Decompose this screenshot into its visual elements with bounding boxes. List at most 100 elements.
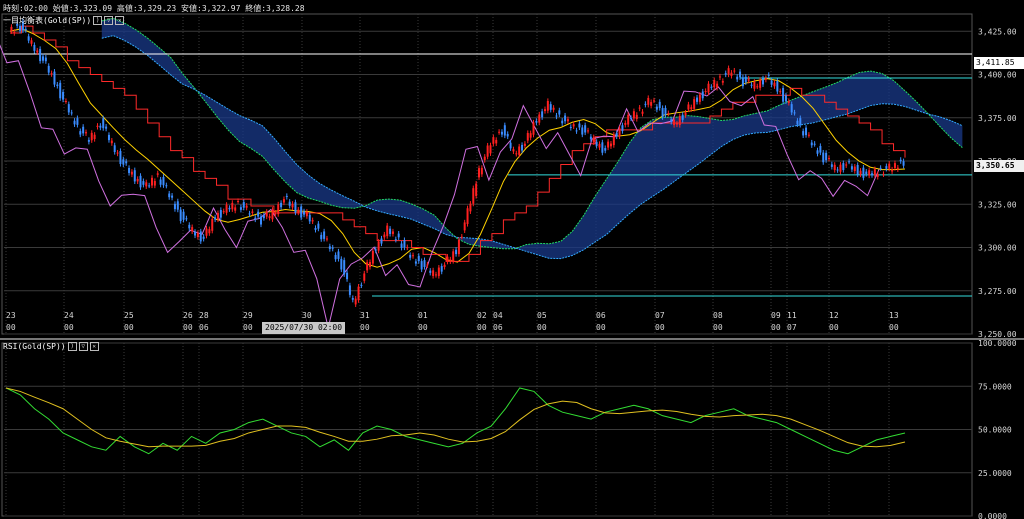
candle-body [859, 170, 862, 175]
candle-body [546, 101, 549, 111]
date-hour-label: 00 [64, 323, 74, 332]
candle-body [813, 143, 816, 145]
rsi-label[interactable]: RSI(Gold(SP))) ▽ ✕ [3, 342, 99, 351]
candle-body [463, 222, 466, 231]
candle-body [30, 40, 33, 44]
delete-icon[interactable]: ✕ [89, 342, 99, 351]
candle-body [116, 152, 119, 154]
candle-body [713, 80, 716, 88]
candle-body [268, 216, 271, 218]
chart-canvas[interactable]: 3,425.003,400.003,375.003,350.003,325.00… [0, 0, 1024, 519]
delete-icon[interactable]: ✕ [115, 16, 125, 25]
candle-body [526, 133, 529, 141]
candle-body [19, 25, 22, 31]
candle-body [277, 204, 280, 215]
candle-body [125, 161, 128, 164]
candle-body [718, 76, 721, 78]
candle-body [228, 207, 231, 210]
candle-body [325, 238, 328, 240]
candle-body [242, 202, 245, 208]
date-day-label: 24 [64, 311, 74, 320]
candle-body [314, 227, 317, 230]
candle-body [469, 203, 472, 212]
candle-body [604, 148, 607, 151]
candle-body [280, 202, 283, 208]
date-day-label: 26 [183, 311, 193, 320]
candle-body [698, 94, 701, 102]
candle-body [10, 26, 13, 32]
candle-body [770, 80, 773, 85]
dropdown-icon[interactable]: ▽ [104, 16, 114, 25]
candle-body [153, 181, 156, 186]
candle-body [782, 88, 785, 102]
candle-body [262, 215, 265, 219]
level-label-white: 3,411.85 [974, 57, 1024, 69]
candle-body [902, 161, 905, 166]
candle-body [257, 211, 260, 217]
dropdown-icon[interactable]: ▽ [78, 342, 88, 351]
candle-body [727, 68, 730, 75]
candle-body [33, 44, 36, 51]
candle-body [377, 241, 380, 251]
date-hour-label: 00 [537, 323, 547, 332]
candle-body [736, 76, 739, 80]
candle-body [248, 213, 251, 215]
candle-body [225, 204, 228, 213]
candle-body [47, 65, 50, 73]
candle-body [317, 223, 320, 229]
candle-body [211, 218, 214, 231]
candle-body [601, 142, 604, 153]
candle-body [294, 202, 297, 213]
candle-body [128, 167, 131, 173]
candle-body [521, 144, 524, 151]
candle-body [756, 86, 759, 88]
candle-body [888, 163, 891, 169]
candle-body [876, 174, 879, 177]
candle-body [288, 201, 291, 206]
candle-body [779, 91, 782, 93]
date-day-label: 07 [655, 311, 665, 320]
ichimoku-label[interactable]: 一目均衡表(Gold(SP))) ▽ ✕ [3, 15, 125, 26]
candle-body [741, 77, 744, 87]
candle-body [891, 169, 894, 172]
candle-body [391, 231, 394, 234]
candle-body [139, 175, 142, 188]
candle-body [337, 251, 340, 259]
candle-body [819, 145, 822, 153]
candle-body [721, 80, 724, 83]
candle-body [340, 258, 343, 270]
candle-body [595, 141, 598, 146]
rsi-tick-label: 0.0000 [978, 512, 1007, 519]
candle-body [208, 229, 211, 234]
candle-body [776, 81, 779, 92]
candle-body [328, 246, 331, 250]
candle-body [523, 143, 526, 146]
candle-body [202, 236, 205, 239]
date-hour-label: 00 [829, 323, 839, 332]
candle-body [632, 111, 635, 119]
candle-body [96, 125, 99, 127]
candle-body [412, 255, 415, 257]
close-icon[interactable]: ) [67, 342, 77, 351]
close-icon[interactable]: ) [93, 16, 103, 25]
date-hour-label: 00 [596, 323, 606, 332]
candle-body [237, 200, 240, 202]
candle-body [271, 209, 274, 220]
candle-body [113, 145, 116, 153]
candle-body [457, 239, 460, 255]
candle-body [630, 117, 633, 119]
candle-body [784, 95, 787, 102]
candle-body [587, 130, 590, 132]
candle-body [429, 270, 432, 273]
candle-body [529, 133, 532, 138]
rsi-tick-label: 50.0000 [978, 426, 1012, 435]
candle-body [790, 104, 793, 113]
date-hour-label: 07 [787, 323, 797, 332]
candle-body [693, 99, 696, 109]
candle-body [661, 108, 664, 118]
candle-body [162, 176, 165, 186]
candle-body [896, 167, 899, 170]
candle-body [133, 170, 136, 182]
candle-body [311, 220, 314, 222]
ohlc-readout: 時刻:02:00 始値:3,323.09 高値:3,329.23 安値:3,32… [3, 4, 305, 13]
